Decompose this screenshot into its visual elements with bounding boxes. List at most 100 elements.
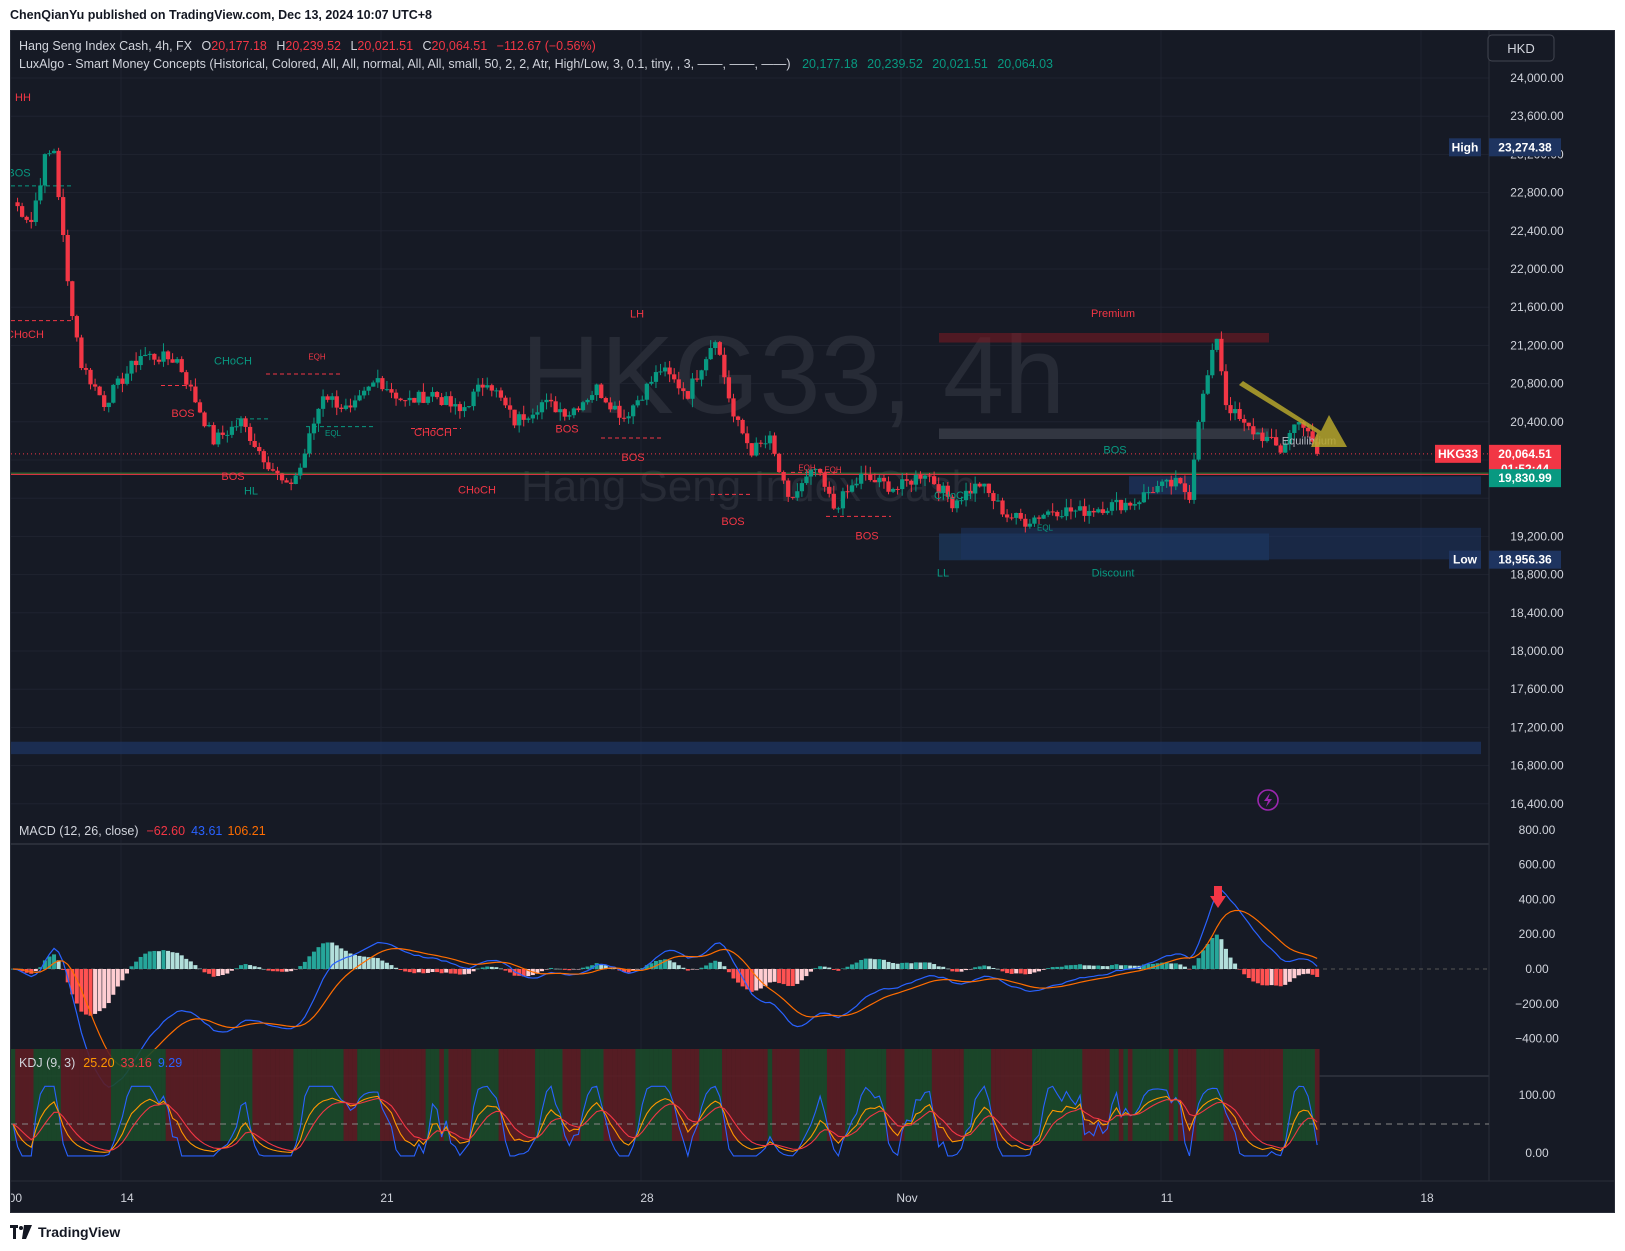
macd-hist-bar [1296, 969, 1301, 976]
price-tick-label: 22,000.00 [1510, 262, 1564, 276]
indicator-value-4: 20,064.03 [997, 57, 1053, 71]
macd-hist-bar [562, 969, 567, 970]
watermark-description: Hang Seng Index Cash [521, 462, 976, 511]
candle-body [1096, 509, 1101, 513]
legend-o: 20,177.18 [211, 39, 267, 53]
macd-hist-bar [1082, 965, 1087, 969]
macd-hist-bar [156, 951, 161, 969]
kdj-bg-band [608, 1049, 613, 1141]
candle-body [544, 399, 549, 403]
kdj-bg-band [279, 1049, 285, 1141]
candle-body [585, 399, 590, 403]
macd-hist-bar [1059, 966, 1064, 969]
candle-body [708, 348, 713, 360]
candle-body [1205, 375, 1210, 394]
candle-body [699, 370, 704, 380]
legend-symbol[interactable]: Hang Seng Index Cash, 4h, FX O20,177.18 … [19, 39, 596, 53]
chart-frame[interactable]: HKG33, 4h Hang Seng Index Cash HH BOS CHoC… [10, 30, 1615, 1213]
tradingview-logo-icon [10, 1225, 32, 1239]
macd-hist-bar [758, 969, 763, 989]
kdj-bg-band [366, 1049, 372, 1141]
smc-label: BOS [555, 423, 578, 435]
kdj-bg-band [1232, 1049, 1238, 1141]
candle-body [407, 397, 412, 401]
candle-body [302, 453, 307, 468]
candle-body [517, 414, 522, 426]
candle-body [29, 219, 34, 223]
candle-body [580, 402, 586, 411]
smc-label: CHoCH [214, 356, 252, 368]
macd-tick-label: 200.00 [1519, 927, 1556, 941]
candle-body [97, 386, 102, 396]
macd-hist-bar [293, 969, 298, 970]
smc-label: Discount [1092, 568, 1135, 580]
candle-body [909, 480, 914, 485]
kdj-bg-band [963, 1049, 969, 1141]
macd-hist-bar [1214, 934, 1219, 969]
macd-hist-bar [138, 956, 143, 969]
legend-indicator[interactable]: LuxAlgo - Smart Money Concepts (Historic… [19, 57, 1053, 71]
kdj-bg-band [1205, 1049, 1211, 1141]
candle-body [1169, 479, 1174, 487]
smc-label: Premium [1091, 308, 1135, 320]
candle-body [626, 416, 631, 419]
candle-body [1164, 479, 1169, 482]
macd-hist-bar [229, 969, 234, 971]
kdj-bg-band [357, 1049, 362, 1141]
candle-body [24, 216, 29, 220]
watermark-symbol: HKG33, 4h [521, 314, 1065, 437]
candle-body [471, 391, 476, 407]
macd-hist-bar [225, 969, 230, 974]
macd-hist-bar [881, 959, 886, 969]
candle-body [599, 384, 604, 399]
candle-body [836, 508, 841, 510]
kdj-bg-band [954, 1049, 960, 1141]
macd-hist-bar [184, 958, 189, 969]
kdj-bg-band [1004, 1049, 1010, 1141]
smc-label: HL [244, 485, 258, 497]
macd-hist-bar [804, 969, 809, 977]
candle-body [872, 480, 877, 483]
macd-hist-bar [850, 964, 855, 969]
kdj-bg-band [1123, 1049, 1129, 1141]
macd-hist-bar [407, 969, 412, 973]
kdj-bg-band [1282, 1049, 1288, 1141]
kdj-bg-band [1027, 1049, 1033, 1141]
candle-body [567, 415, 572, 417]
macd-hist-bar [558, 968, 563, 970]
kdj-bg-band [758, 1049, 764, 1141]
candle-body [193, 386, 198, 403]
candle-body [179, 359, 184, 373]
last-price-tag: 20,064.51 [1498, 447, 1552, 461]
candle-body [70, 281, 75, 317]
macd-hist-bar [1196, 958, 1201, 969]
candle-body [120, 378, 125, 384]
candle-body [1255, 432, 1261, 435]
candle-body [1032, 517, 1037, 524]
candle-body [1118, 499, 1124, 511]
chart-svg[interactable]: HKG33, 4h Hang Seng Index Cash HH BOS CHoC… [11, 31, 1614, 1212]
candle-body [1137, 502, 1142, 505]
time-tick-label: Nov [896, 1191, 917, 1205]
kdj-bg-band [334, 1049, 340, 1141]
candle-body [776, 453, 782, 473]
macd-hist-bar [713, 960, 718, 969]
kdj-bg-band [904, 1049, 910, 1141]
kdj-bg-band [790, 1049, 796, 1141]
candle-body [749, 443, 754, 456]
candle-body [444, 396, 449, 406]
macd-hist-bar [1246, 969, 1251, 979]
smc-label: BOS [11, 167, 31, 179]
kdj-bg-band [840, 1049, 846, 1141]
kdj-bg-band [398, 1049, 403, 1141]
kdj-bg-band [776, 1049, 782, 1141]
candle-body [1018, 512, 1023, 519]
candle-body [489, 385, 494, 391]
macd-hist-bar [781, 969, 786, 985]
macd-hist-bar [93, 969, 98, 1014]
candle-body [165, 351, 171, 360]
macd-hist-bar [1292, 969, 1297, 979]
macd-hist-bar [444, 969, 449, 973]
kdj-tick-label: 100.00 [1519, 1088, 1556, 1102]
candle-body [275, 470, 280, 474]
